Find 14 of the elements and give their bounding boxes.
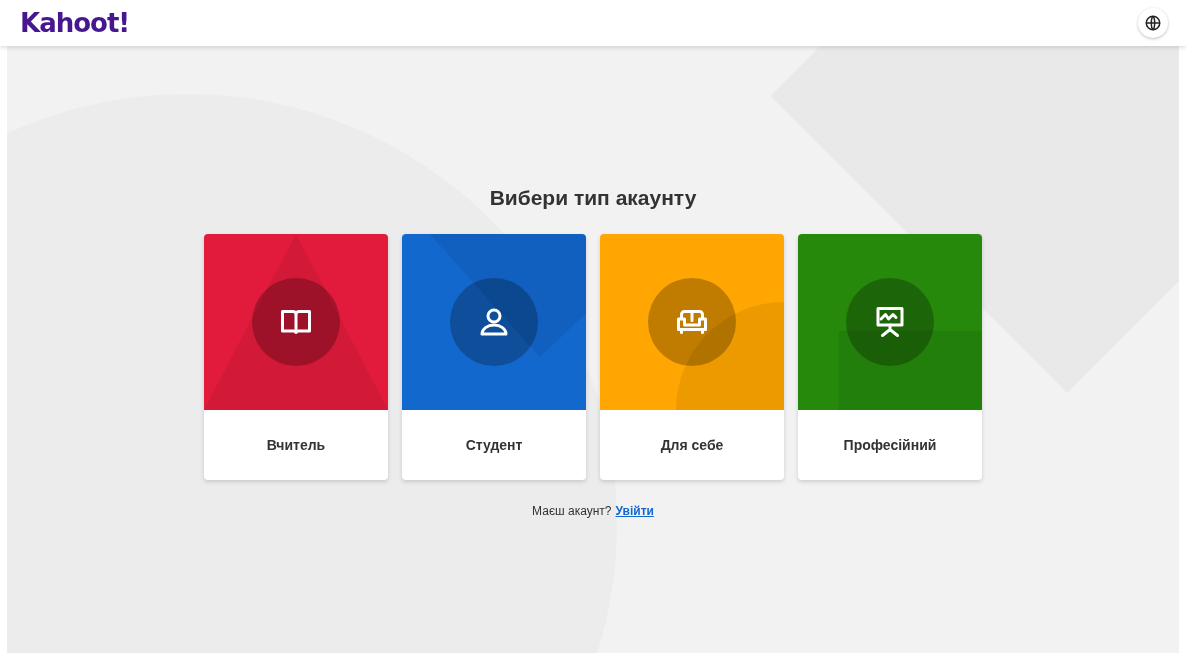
- card-label: Вчитель: [265, 436, 327, 455]
- login-link[interactable]: Увійти: [615, 504, 654, 518]
- account-type-card[interactable]: Вчитель: [204, 234, 388, 480]
- language-button[interactable]: [1138, 8, 1168, 38]
- logo[interactable]: Kahoot!: [20, 8, 130, 38]
- card-label: Студент: [464, 436, 524, 455]
- page-title: Вибери тип акаунту: [489, 186, 697, 210]
- account-type-card[interactable]: Професійний: [798, 234, 982, 480]
- account-type-card[interactable]: Для себе: [600, 234, 784, 480]
- login-prompt: Маєш акаунт?: [532, 504, 612, 518]
- account-type-card[interactable]: Студент: [402, 234, 586, 480]
- card-label: Професійний: [842, 436, 938, 455]
- globe-icon: [1144, 14, 1162, 32]
- card-label: Для себе: [659, 436, 725, 455]
